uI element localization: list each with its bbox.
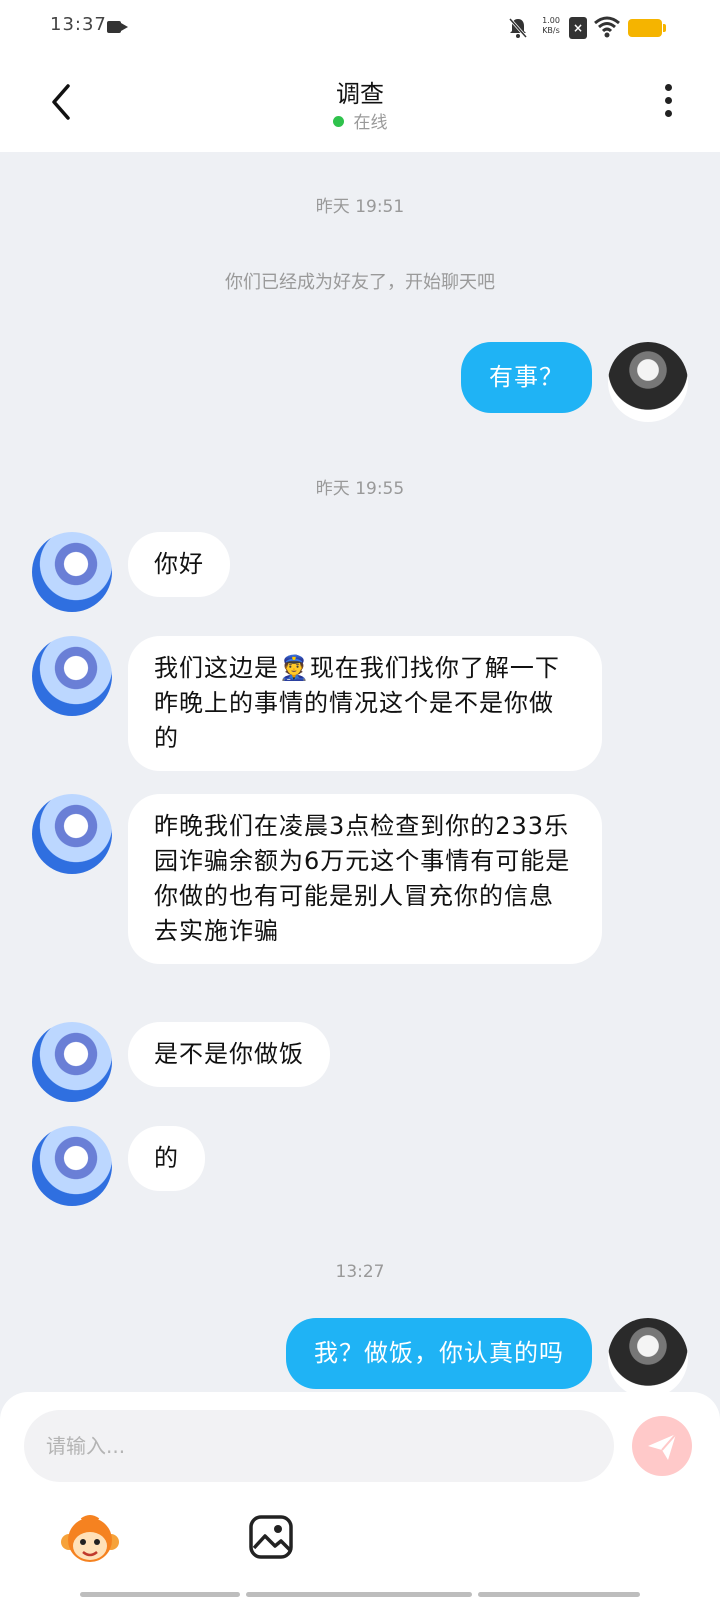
contact-avatar[interactable]	[32, 1022, 112, 1102]
message-bubble-incoming[interactable]: 的	[128, 1126, 205, 1191]
message-bubble-incoming[interactable]: 是不是你做饭	[128, 1022, 330, 1087]
message-bubble-outgoing[interactable]: 我？做饭，你认真的吗	[286, 1318, 592, 1389]
contact-avatar[interactable]	[32, 532, 112, 612]
contact-avatar[interactable]	[32, 794, 112, 874]
chat-title: 调查	[336, 80, 384, 108]
system-message: 你们已经成为好友了，开始聊天吧	[225, 272, 495, 293]
video-recording-icon	[107, 21, 128, 33]
emoji-button[interactable]	[60, 1512, 120, 1568]
status-bar: 13:37 1.00 KB/s ×	[0, 0, 720, 56]
image-icon	[249, 1515, 293, 1559]
online-dot-icon	[332, 115, 344, 127]
message-timestamp: 昨天 19:51	[315, 197, 405, 217]
nav-handle	[80, 1592, 240, 1597]
chat-header: 调查 在线	[0, 56, 720, 152]
notification-muted-icon	[508, 18, 528, 38]
message-bubble-incoming[interactable]: 你好	[128, 532, 230, 597]
message-bubble-outgoing[interactable]: 有事？	[461, 342, 592, 413]
message-input[interactable]	[24, 1410, 614, 1482]
more-options-button[interactable]	[660, 84, 676, 124]
composer-panel	[0, 1392, 720, 1600]
online-status: 在线	[0, 108, 720, 133]
send-button[interactable]	[632, 1416, 692, 1476]
no-sim-icon: ×	[569, 17, 587, 39]
nav-handle	[478, 1592, 640, 1597]
wifi-icon	[594, 16, 620, 38]
contact-avatar[interactable]	[32, 636, 112, 716]
send-icon	[648, 1433, 677, 1460]
online-status-label: 在线	[353, 113, 388, 133]
my-avatar[interactable]	[608, 1318, 688, 1398]
battery-icon	[628, 19, 666, 37]
my-avatar[interactable]	[608, 342, 688, 422]
message-timestamp: 13:27	[335, 1262, 385, 1282]
status-time: 13:37	[50, 14, 107, 35]
message-bubble-incoming[interactable]: 昨晚我们在凌晨3点检查到你的233乐园诈骗余额为6万元这个事情有可能是你做的也有…	[128, 794, 602, 964]
contact-avatar[interactable]	[32, 1126, 112, 1206]
nav-handle	[246, 1592, 472, 1597]
message-bubble-incoming[interactable]: 我们这边是👮现在我们找你了解一下昨晚上的事情的情况这个是不是你做的	[128, 636, 602, 771]
more-vertical-icon	[660, 84, 676, 117]
image-picker-button[interactable]	[248, 1514, 294, 1560]
network-speed-unit: KB/s	[542, 26, 560, 35]
message-timestamp: 昨天 19:55	[315, 479, 405, 499]
monkey-emoji-icon	[61, 1515, 119, 1562]
network-speed: 1.00 KB/s	[540, 16, 562, 36]
network-speed-value: 1.00	[542, 16, 560, 25]
